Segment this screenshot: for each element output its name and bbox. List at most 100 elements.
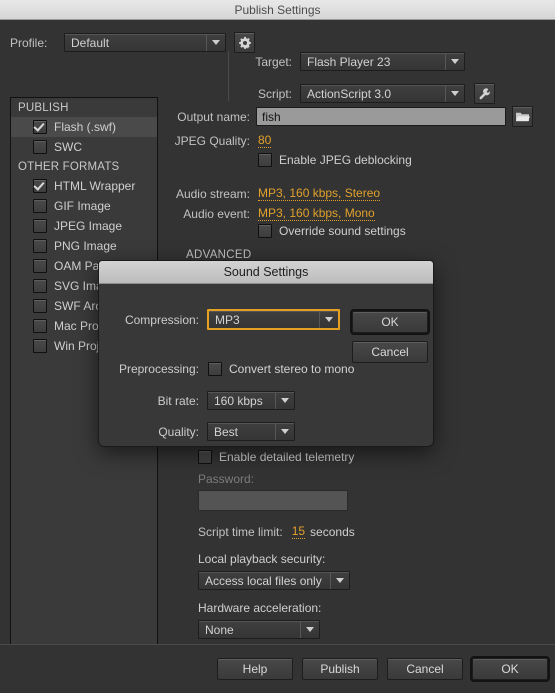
override-sound-label: Override sound settings: [279, 224, 406, 238]
sidebar-group-publish: PUBLISH Flash (.swf) SWC: [11, 98, 157, 157]
checkbox-override-sound-settings[interactable]: [258, 224, 272, 238]
hardware-accel-value: None: [205, 622, 234, 637]
quality-label: Quality:: [158, 424, 199, 439]
audio-stream-label: Audio stream:: [175, 186, 250, 201]
chevron-down-icon: [275, 423, 294, 440]
sidebar-item-flash-swf[interactable]: Flash (.swf): [11, 117, 157, 137]
checkbox-swf-archive[interactable]: [33, 299, 47, 313]
audio-event-label: Audio event:: [183, 206, 250, 221]
chevron-down-icon: [330, 572, 349, 589]
output-name-input[interactable]: fish: [256, 107, 506, 126]
local-playback-label: Local playback security:: [198, 552, 326, 566]
ok-button[interactable]: OK: [470, 656, 550, 682]
sound-ok-label: OK: [381, 315, 399, 329]
jpeg-deblocking-row[interactable]: Enable JPEG deblocking: [258, 153, 412, 167]
checkbox-enable-detailed-telemetry[interactable]: [198, 450, 212, 464]
chevron-down-icon: [319, 311, 338, 328]
sidebar-item-html-wrapper[interactable]: HTML Wrapper: [11, 176, 157, 196]
script-time-limit-row: Script time limit: 15 seconds: [198, 524, 355, 539]
checkbox-swc[interactable]: [33, 140, 47, 154]
sidebar-item-label: SWC: [54, 140, 82, 154]
checkbox-flash-swf[interactable]: [33, 120, 47, 134]
compression-select[interactable]: MP3: [207, 309, 340, 330]
cancel-button-label: Cancel: [406, 662, 444, 676]
sound-cancel-label: Cancel: [371, 345, 409, 359]
checkbox-win-projector[interactable]: [33, 339, 47, 353]
password-block: Password:: [198, 472, 348, 511]
profile-gear-button[interactable]: [234, 32, 255, 53]
target-select-value: Flash Player 23: [307, 54, 391, 69]
output-name-row: Output name: fish: [168, 106, 533, 127]
checkbox-mac-projector[interactable]: [33, 319, 47, 333]
target-select[interactable]: Flash Player 23: [300, 52, 465, 71]
publish-settings-window: Publish Settings Profile: Default Target…: [0, 0, 555, 693]
local-playback-block: Local playback security: Access local fi…: [198, 552, 350, 590]
chevron-down-icon: [275, 392, 294, 409]
compression-label: Compression:: [124, 312, 199, 327]
jpeg-quality-value[interactable]: 80: [258, 133, 272, 148]
chevron-down-icon: [300, 621, 319, 638]
audio-stream-value[interactable]: MP3, 160 kbps, Stereo: [258, 186, 381, 201]
toolbar-divider: [228, 51, 229, 101]
browse-output-button[interactable]: [512, 106, 533, 127]
bitrate-label: Bit rate:: [157, 393, 199, 408]
sidebar-item-swc[interactable]: SWC: [11, 137, 157, 157]
checkbox-convert-stereo-to-mono[interactable]: [208, 362, 222, 376]
profile-label: Profile:: [10, 35, 48, 50]
script-time-limit-unit: seconds: [310, 524, 355, 539]
help-button[interactable]: Help: [217, 658, 293, 680]
checkbox-enable-jpeg-deblocking[interactable]: [258, 153, 272, 167]
hardware-accel-select[interactable]: None: [198, 620, 320, 639]
override-sound-row[interactable]: Override sound settings: [258, 224, 406, 238]
telemetry-label: Enable detailed telemetry: [219, 450, 355, 464]
sound-cancel-button[interactable]: Cancel: [352, 341, 428, 363]
cancel-button[interactable]: Cancel: [387, 658, 463, 680]
script-time-limit-value[interactable]: 15: [291, 524, 306, 539]
audio-event-row: Audio event: MP3, 160 kbps, Mono: [168, 206, 375, 221]
target-row: Target: Flash Player 23: [240, 52, 465, 71]
sound-settings-title: Sound Settings: [223, 265, 309, 279]
sidebar-header-publish: PUBLISH: [18, 102, 69, 114]
sidebar-item-label: JPEG Image: [54, 219, 123, 233]
sidebar-item-png-image[interactable]: PNG Image: [11, 236, 157, 256]
profile-select-value: Default: [71, 35, 110, 50]
jpeg-quality-label: JPEG Quality:: [174, 133, 250, 148]
local-playback-select[interactable]: Access local files only: [198, 571, 350, 590]
convert-mono-label: Convert stereo to mono: [229, 362, 355, 376]
profile-row: Profile: Default: [10, 32, 255, 53]
local-playback-value: Access local files only: [205, 573, 322, 588]
gear-icon: [238, 36, 251, 49]
sidebar-item-gif-image[interactable]: GIF Image: [11, 196, 157, 216]
sidebar-item-label: PNG Image: [54, 239, 117, 253]
sound-settings-dialog: Sound Settings Compression: MP3 OK Cance…: [98, 260, 434, 447]
publish-button-label: Publish: [320, 662, 360, 676]
audio-event-value[interactable]: MP3, 160 kbps, Mono: [258, 206, 375, 221]
checkbox-svg-image[interactable]: [33, 279, 47, 293]
quality-select[interactable]: Best: [207, 422, 295, 441]
sidebar-item-label: GIF Image: [54, 199, 111, 213]
sidebar-header-other-formats: OTHER FORMATS: [18, 161, 120, 173]
sidebar-item-label: Flash (.swf): [54, 120, 117, 134]
sidebar-item-jpeg-image[interactable]: JPEG Image: [11, 216, 157, 236]
checkbox-oam-package[interactable]: [33, 259, 47, 273]
checkbox-html-wrapper[interactable]: [33, 179, 47, 193]
password-input[interactable]: [198, 490, 348, 511]
folder-icon: [516, 112, 530, 122]
sound-ok-button[interactable]: OK: [350, 309, 430, 335]
help-button-label: Help: [242, 662, 268, 676]
checkbox-jpeg-image[interactable]: [33, 219, 47, 233]
bitrate-value: 160 kbps: [214, 393, 263, 408]
checkbox-png-image[interactable]: [33, 239, 47, 253]
profile-select[interactable]: Default: [64, 33, 226, 52]
sound-settings-titlebar: Sound Settings: [99, 261, 433, 284]
jpeg-quality-row: JPEG Quality: 80: [168, 133, 272, 148]
preprocessing-row: Preprocessing: Convert stereo to mono: [105, 362, 354, 376]
audio-stream-row: Audio stream: MP3, 160 kbps, Stereo: [168, 186, 381, 201]
bitrate-select[interactable]: 160 kbps: [207, 391, 295, 410]
preprocessing-label: Preprocessing:: [118, 362, 199, 376]
checkbox-gif-image[interactable]: [33, 199, 47, 213]
telemetry-row[interactable]: Enable detailed telemetry: [198, 450, 354, 464]
chevron-down-icon: [445, 53, 464, 70]
sound-settings-body: Compression: MP3 OK Cancel Preprocessing…: [99, 284, 433, 446]
publish-button[interactable]: Publish: [302, 658, 378, 680]
